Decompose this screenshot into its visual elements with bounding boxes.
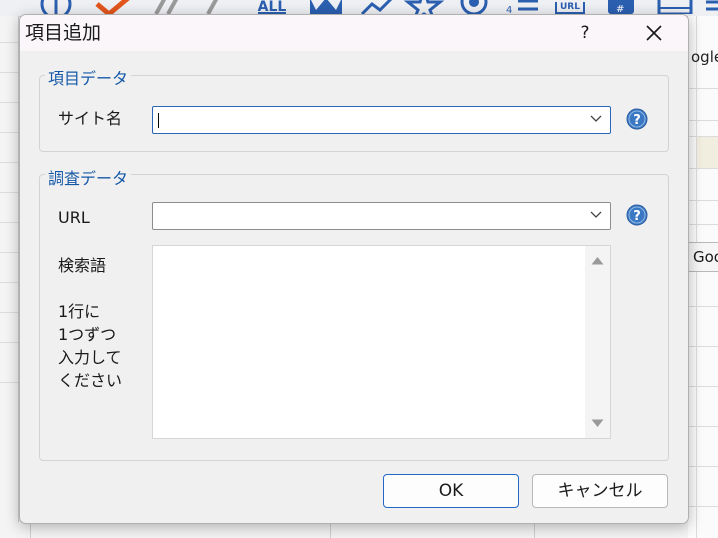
keywords-textarea[interactable]: [152, 245, 611, 439]
svg-text:?: ?: [633, 113, 641, 128]
keywords-label: 検索語: [58, 256, 107, 275]
crown-icon[interactable]: [306, 0, 346, 14]
scroll-down-arrow-icon[interactable]: [591, 419, 604, 428]
keywords-hint-line: 1行に: [58, 302, 101, 321]
ok-button[interactable]: OK: [383, 474, 519, 508]
background-left-panel: [0, 16, 19, 538]
url-icon[interactable]: URL: [552, 0, 588, 14]
survey-data-group-label: 調査データ: [45, 170, 132, 188]
ranking-list-icon[interactable]: 4: [504, 0, 540, 14]
text-caret: [158, 113, 159, 128]
url-combobox[interactable]: [152, 202, 611, 230]
chevron-down-icon[interactable]: [590, 211, 602, 219]
svg-text:4: 4: [506, 5, 512, 14]
keywords-hint-line: ください: [58, 371, 123, 390]
close-button[interactable]: [636, 19, 672, 47]
add-item-dialog: 項目追加 ? 項目データ サイト名 ? 調査データ URL ? 検索語 1行に …: [19, 14, 689, 524]
dialog-title: 項目追加: [25, 22, 102, 44]
broadcast-icon[interactable]: [454, 0, 494, 14]
help-button[interactable]: ?: [573, 19, 597, 47]
checkmark-icon[interactable]: [93, 0, 137, 14]
keywords-scrollbar[interactable]: [585, 246, 610, 438]
cancel-button[interactable]: キャンセル: [532, 474, 668, 508]
close-icon: [646, 25, 662, 41]
back-double-icon[interactable]: [150, 0, 184, 14]
site-name-combobox[interactable]: [152, 106, 611, 134]
select-all-icon[interactable]: ALL: [250, 0, 294, 14]
background-partial-text: ogle: [691, 48, 718, 66]
add-circle-icon[interactable]: [38, 0, 74, 14]
toolbar-all-text: ALL: [257, 0, 287, 14]
site-name-label: サイト名: [58, 109, 123, 128]
window-icon[interactable]: [655, 0, 695, 14]
star-icon[interactable]: [404, 0, 444, 14]
number-icon[interactable]: #: [606, 0, 636, 14]
scroll-up-arrow-icon[interactable]: [591, 256, 604, 265]
url-label: URL: [58, 208, 90, 227]
trend-chart-icon[interactable]: [360, 0, 396, 14]
dialog-titlebar[interactable]: 項目追加 ?: [20, 15, 688, 51]
keywords-hint-line: 1つずつ: [58, 325, 117, 344]
chevron-down-icon[interactable]: [590, 115, 602, 123]
background-right-panel: [688, 16, 718, 538]
svg-text:?: ?: [633, 209, 641, 224]
partial-list-icon[interactable]: [702, 0, 718, 14]
item-data-group-label: 項目データ: [45, 70, 132, 88]
back-icon[interactable]: [200, 0, 224, 14]
help-circle-icon[interactable]: ?: [626, 204, 648, 226]
background-partial-button[interactable]: Goo: [688, 242, 718, 272]
svg-text:#: #: [616, 4, 624, 14]
help-circle-icon[interactable]: ?: [626, 108, 648, 130]
keywords-hint-line: 入力して: [58, 348, 122, 367]
background-bottom-strip: [18, 522, 688, 538]
toolbar-url-text: URL: [555, 2, 585, 14]
